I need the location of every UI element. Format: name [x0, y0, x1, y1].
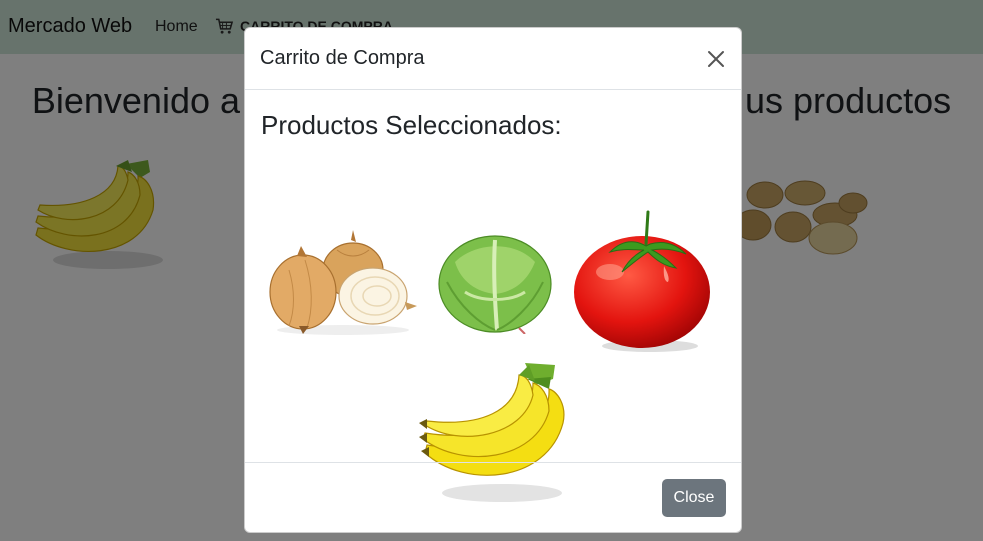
modal-header: Carrito de Compra [245, 28, 741, 90]
product-onion-image[interactable] [267, 230, 419, 335]
close-button[interactable]: Close [662, 479, 726, 517]
cart-modal: Carrito de Compra Productos Seleccionado… [244, 27, 742, 533]
product-lettuce-image[interactable] [435, 232, 553, 334]
modal-footer: Close [245, 462, 741, 532]
modal-close-icon-button[interactable] [704, 47, 728, 71]
close-icon [708, 50, 724, 67]
modal-body: Productos Seleccionados: [245, 90, 741, 502]
modal-title: Carrito de Compra [260, 47, 425, 69]
product-tomato-image[interactable] [572, 210, 714, 355]
selected-products-heading: Productos Seleccionados: [261, 110, 562, 140]
